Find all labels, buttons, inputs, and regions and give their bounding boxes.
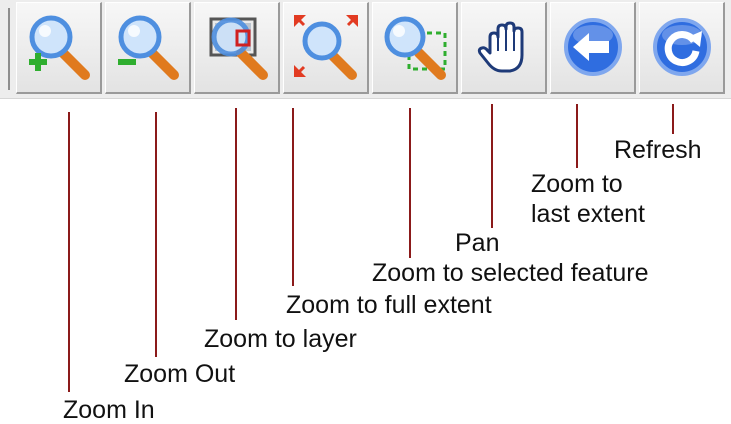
zoom-selected-feature-icon: [384, 16, 447, 80]
label-pan: Pan: [455, 229, 500, 257]
label-zoom-selected-feature: Zoom to selected feature: [372, 259, 649, 287]
toolbar-grip: [0, 8, 10, 90]
label-zoom-last-extent: Zoom to last extent: [531, 170, 645, 228]
callout-line-refresh: [672, 104, 674, 134]
map-toolbar: [0, 0, 731, 99]
zoom-to-layer-button[interactable]: [194, 2, 280, 94]
zoom-selected-feature-button[interactable]: [372, 2, 458, 94]
callout-line-zoom-selected-feature: [409, 108, 411, 258]
callout-line-zoom-full-extent: [292, 108, 294, 286]
callout-line-pan: [491, 104, 493, 228]
pan-button[interactable]: [461, 2, 547, 94]
callout-line-zoom-last-extent: [576, 104, 578, 168]
label-zoom-out: Zoom Out: [124, 360, 236, 388]
refresh-icon: [653, 18, 711, 76]
zoom-out-button[interactable]: [105, 2, 191, 94]
label-refresh: Refresh: [614, 136, 702, 164]
callout-line-zoom-in: [68, 112, 70, 392]
toolbar-buttons: [16, 2, 728, 94]
zoom-in-icon: [29, 15, 90, 80]
zoom-out-icon: [118, 15, 179, 80]
label-zoom-in: Zoom In: [63, 396, 155, 424]
zoom-full-extent-icon: [294, 15, 358, 80]
label-zoom-full-extent: Zoom to full extent: [286, 291, 492, 319]
callout-line-zoom-out: [155, 112, 157, 357]
refresh-button[interactable]: [639, 2, 725, 94]
pan-hand-icon: [477, 21, 524, 73]
zoom-in-button[interactable]: [16, 2, 102, 94]
label-zoom-to-layer: Zoom to layer: [204, 325, 357, 353]
zoom-last-extent-button[interactable]: [550, 2, 636, 94]
zoom-full-extent-button[interactable]: [283, 2, 369, 94]
zoom-to-layer-icon: [209, 17, 268, 80]
back-arrow-icon: [564, 18, 622, 76]
callout-line-zoom-to-layer: [235, 108, 237, 320]
